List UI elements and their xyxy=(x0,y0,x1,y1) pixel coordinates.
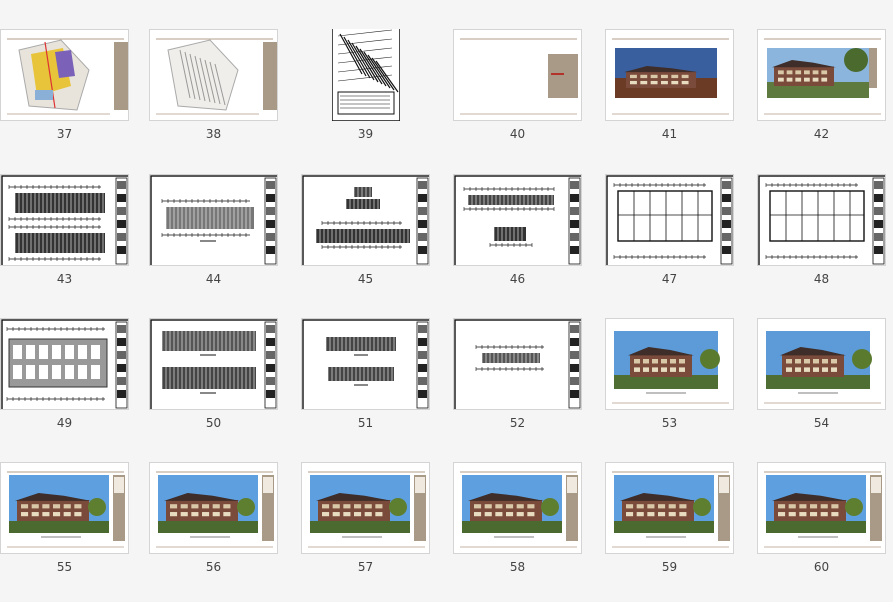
file-label: 44 xyxy=(205,272,222,286)
file-label: 46 xyxy=(509,272,526,286)
file-thumbnail xyxy=(149,29,278,121)
file-label: 56 xyxy=(205,560,222,574)
file-item[interactable]: 46 xyxy=(453,174,605,314)
file-item[interactable]: 45 xyxy=(301,174,453,314)
file-thumbnail xyxy=(757,29,886,121)
file-thumbnail xyxy=(757,174,886,266)
file-item[interactable]: 37 xyxy=(0,29,152,169)
file-label: 59 xyxy=(661,560,678,574)
file-label: 48 xyxy=(813,272,830,286)
file-item[interactable]: 53 xyxy=(605,318,757,458)
file-thumbnail xyxy=(757,462,886,554)
file-label: 41 xyxy=(661,127,678,141)
thumbnail-grid: 37 38 39 40 41 42 43 44 45 46 47 48 49 50 51 52 53 54 55 56… xyxy=(0,0,893,580)
file-label: 38 xyxy=(205,127,222,141)
file-label: 45 xyxy=(357,272,374,286)
file-thumbnail xyxy=(301,174,430,266)
file-thumbnail xyxy=(757,318,886,410)
file-thumbnail xyxy=(0,318,129,410)
file-item[interactable]: 59 xyxy=(605,462,757,602)
file-thumbnail xyxy=(453,462,582,554)
file-item[interactable]: 48 xyxy=(757,174,893,314)
file-thumbnail xyxy=(0,29,129,121)
file-label: 58 xyxy=(509,560,526,574)
file-item[interactable]: 49 xyxy=(0,318,152,458)
file-label: 42 xyxy=(813,127,830,141)
file-thumbnail xyxy=(605,462,734,554)
file-thumbnail xyxy=(0,174,129,266)
file-item[interactable]: 47 xyxy=(605,174,757,314)
file-thumbnail xyxy=(149,462,278,554)
file-thumbnail xyxy=(605,174,734,266)
file-thumbnail xyxy=(453,174,582,266)
file-item[interactable]: 42 xyxy=(757,29,893,169)
file-thumbnail xyxy=(453,29,582,121)
file-label: 39 xyxy=(357,127,374,141)
file-thumbnail xyxy=(0,462,129,554)
file-item[interactable]: 50 xyxy=(149,318,301,458)
file-thumbnail xyxy=(149,318,278,410)
file-item[interactable]: 38 xyxy=(149,29,301,169)
file-label: 47 xyxy=(661,272,678,286)
file-item[interactable]: 54 xyxy=(757,318,893,458)
file-label: 60 xyxy=(813,560,830,574)
file-item[interactable]: 43 xyxy=(0,174,152,314)
file-thumbnail xyxy=(605,318,734,410)
file-item[interactable]: 58 xyxy=(453,462,605,602)
file-item[interactable]: 56 xyxy=(149,462,301,602)
file-thumbnail xyxy=(301,29,430,121)
file-item[interactable]: 41 xyxy=(605,29,757,169)
file-label: 37 xyxy=(56,127,73,141)
file-item[interactable]: 57 xyxy=(301,462,453,602)
file-thumbnail xyxy=(301,318,430,410)
file-thumbnail xyxy=(301,462,430,554)
file-item[interactable]: 39 xyxy=(301,29,453,169)
file-label: 55 xyxy=(56,560,73,574)
file-label: 57 xyxy=(357,560,374,574)
file-item[interactable]: 55 xyxy=(0,462,152,602)
file-item[interactable]: 60 xyxy=(757,462,893,602)
file-label: 51 xyxy=(357,416,374,430)
file-item[interactable]: 40 xyxy=(453,29,605,169)
file-item[interactable]: 52 xyxy=(453,318,605,458)
file-item[interactable]: 51 xyxy=(301,318,453,458)
file-label: 53 xyxy=(661,416,678,430)
file-label: 50 xyxy=(205,416,222,430)
file-thumbnail xyxy=(453,318,582,410)
file-label: 49 xyxy=(56,416,73,430)
file-thumbnail xyxy=(149,174,278,266)
file-label: 52 xyxy=(509,416,526,430)
file-label: 54 xyxy=(813,416,830,430)
file-label: 43 xyxy=(56,272,73,286)
file-label: 40 xyxy=(509,127,526,141)
file-item[interactable]: 44 xyxy=(149,174,301,314)
file-thumbnail xyxy=(605,29,734,121)
